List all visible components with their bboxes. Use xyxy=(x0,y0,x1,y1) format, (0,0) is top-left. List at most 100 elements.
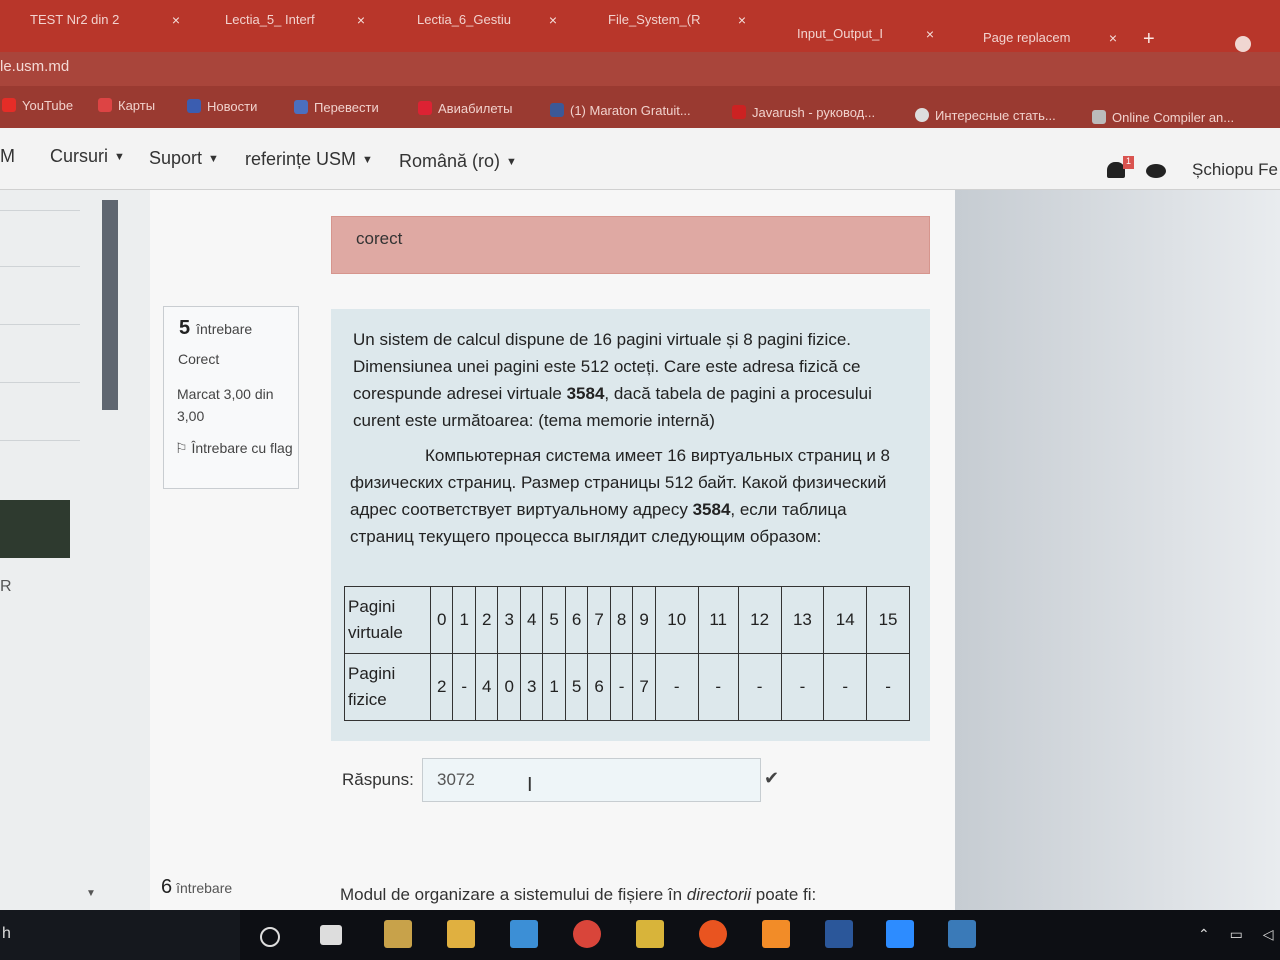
tab-lectia-5[interactable]: Lectia_5_ Interf × xyxy=(225,12,365,40)
windows-taskbar: h ⌃ ▭ ◁× xyxy=(0,910,1280,960)
browser-tab-strip: TEST Nr2 din 2 × Lectia_5_ Interf × Lect… xyxy=(0,0,1280,52)
nav-cursuri[interactable]: Cursuri ▼ xyxy=(50,146,125,167)
zoom-icon[interactable] xyxy=(886,920,914,948)
bookmark-youtube[interactable]: YouTube xyxy=(2,98,73,113)
nav-label: Română (ro) xyxy=(399,151,501,171)
table-cell: 4 xyxy=(474,653,499,721)
course-drawer: R ▼ xyxy=(0,190,150,910)
user-menu[interactable]: Șchiopu Fe xyxy=(1192,160,1278,180)
close-icon[interactable]: × xyxy=(549,12,557,28)
tab-label: File_System_(R xyxy=(608,12,701,27)
photos-icon[interactable] xyxy=(948,920,976,948)
youtube-icon xyxy=(2,98,16,112)
nav-referinte[interactable]: referințe USM ▼ xyxy=(245,149,373,170)
bookmark-label: Online Compiler an... xyxy=(1112,110,1235,125)
bookmark-articles[interactable]: Интересные стать... xyxy=(915,108,1056,123)
drawer-divider xyxy=(0,210,80,211)
close-icon[interactable]: × xyxy=(926,26,934,42)
chrome-icon[interactable] xyxy=(573,920,601,948)
bookmark-maraton[interactable]: (1) Maraton Gratuit... xyxy=(550,103,691,118)
close-icon[interactable]: × xyxy=(357,12,365,28)
close-icon[interactable]: × xyxy=(1109,30,1117,46)
bookmark-news[interactable]: Новости xyxy=(187,99,257,114)
question-text-ru: Компьютерная система имеет 16 виртуальны… xyxy=(350,446,891,546)
close-icon[interactable]: × xyxy=(172,12,180,28)
table-cell: 8 xyxy=(609,586,634,654)
drawer-active-item[interactable] xyxy=(0,500,70,558)
sublime-icon[interactable] xyxy=(762,920,790,948)
ubuntu-icon[interactable] xyxy=(699,920,727,948)
system-tray[interactable]: ⌃ ▭ ◁× xyxy=(1198,926,1280,943)
file-explorer-icon[interactable] xyxy=(447,920,475,948)
maps-icon xyxy=(98,98,112,112)
question-text-ro: Un sistem de calcul dispune de 16 pagini… xyxy=(353,330,872,430)
chevron-down-icon: ▼ xyxy=(362,154,373,166)
table-cell: - xyxy=(737,653,782,721)
virtual-address: 3584 xyxy=(692,500,731,519)
drawer-scrollbar[interactable] xyxy=(102,200,118,410)
browser-menu-icon[interactable] xyxy=(1235,36,1251,52)
bookmark-label: Javarush - руковод... xyxy=(752,105,876,120)
news-icon xyxy=(187,99,201,113)
flag-icon: ⚐ xyxy=(175,440,192,456)
tab-lectia-6[interactable]: Lectia_6_Gestiu × xyxy=(417,12,557,40)
bookmark-compiler[interactable]: Online Compiler an... xyxy=(1092,110,1234,125)
brand-fragment[interactable]: M xyxy=(0,146,15,167)
bookmark-translate[interactable]: Перевести xyxy=(294,100,379,115)
cortana-icon[interactable] xyxy=(260,927,280,947)
globe-icon xyxy=(915,108,929,122)
bookmark-label: Авиабилеты xyxy=(438,101,513,116)
messages-icon[interactable] xyxy=(1146,164,1166,178)
table-cell: 2 xyxy=(474,586,499,654)
tab-test[interactable]: TEST Nr2 din 2 × xyxy=(30,12,180,40)
table-cell: - xyxy=(866,653,910,721)
table-cell: 3 xyxy=(497,586,521,654)
table-row-virtual: Pagini virtuale 0 1 2 3 4 5 6 7 8 9 10 1… xyxy=(344,586,910,654)
url-field[interactable]: le.usm.md xyxy=(0,58,69,75)
table-cell: - xyxy=(780,653,825,721)
nav-suport[interactable]: Suport ▼ xyxy=(149,148,219,169)
plane-icon xyxy=(418,101,432,115)
table-cell: 1 xyxy=(542,653,566,721)
notepad-icon[interactable] xyxy=(384,920,412,948)
close-icon[interactable]: × xyxy=(738,12,746,28)
bookmark-flights[interactable]: Авиабилеты xyxy=(418,101,512,116)
nav-label: Cursuri xyxy=(50,146,109,166)
table-cell: 5 xyxy=(542,586,566,654)
drawer-item-fragment[interactable]: R xyxy=(0,578,12,596)
table-cell: 0 xyxy=(497,653,521,721)
table-cell: 5 xyxy=(564,653,589,721)
nav-language[interactable]: Română (ro) ▼ xyxy=(399,151,517,172)
bookmark-maps[interactable]: Карты xyxy=(98,98,155,113)
answer-input[interactable] xyxy=(422,758,761,802)
nav-label: Suport xyxy=(149,148,203,168)
new-tab-button[interactable]: + xyxy=(1143,28,1155,51)
virtual-address: 3584 xyxy=(566,384,605,403)
table-cell: 4 xyxy=(519,586,544,654)
bookmark-label: YouTube xyxy=(22,98,74,113)
flag-label: Întrebare cu flag xyxy=(191,440,293,456)
table-cell: 0 xyxy=(429,586,454,654)
table-cell: 14 xyxy=(823,586,868,654)
table-cell: - xyxy=(823,653,868,721)
row-header: Pagini fizice xyxy=(344,653,431,721)
question-info-box: 5 întrebare Corect Marcat 3,00 din 3,00 ⚐… xyxy=(163,306,299,489)
scroll-down-icon[interactable]: ▼ xyxy=(86,888,96,899)
word-icon[interactable] xyxy=(825,920,853,948)
tab-label: Input_Output_I xyxy=(797,26,884,41)
table-cell: 10 xyxy=(654,586,699,654)
tab-file-system[interactable]: File_System_(R × xyxy=(608,12,746,40)
ide-icon xyxy=(1092,110,1106,124)
tab-input-output[interactable]: Input_Output_I × xyxy=(797,26,934,54)
drawer-divider xyxy=(0,440,80,441)
store-icon[interactable] xyxy=(510,920,538,948)
taskbar-search-area[interactable]: h xyxy=(0,910,240,960)
bookmark-javarush[interactable]: Javarush - руковод... xyxy=(732,105,875,120)
flag-question-link[interactable]: ⚐ Întrebare cu flag xyxy=(175,437,293,459)
bookmark-label: Новости xyxy=(207,99,258,114)
site-navbar: M Cursuri ▼ Suport ▼ referințe USM ▼ Română… xyxy=(0,128,1280,190)
table-cell: - xyxy=(609,653,634,721)
archive-icon[interactable] xyxy=(636,920,664,948)
task-view-icon[interactable] xyxy=(320,925,342,945)
tab-label: Page replacem xyxy=(983,30,1071,45)
